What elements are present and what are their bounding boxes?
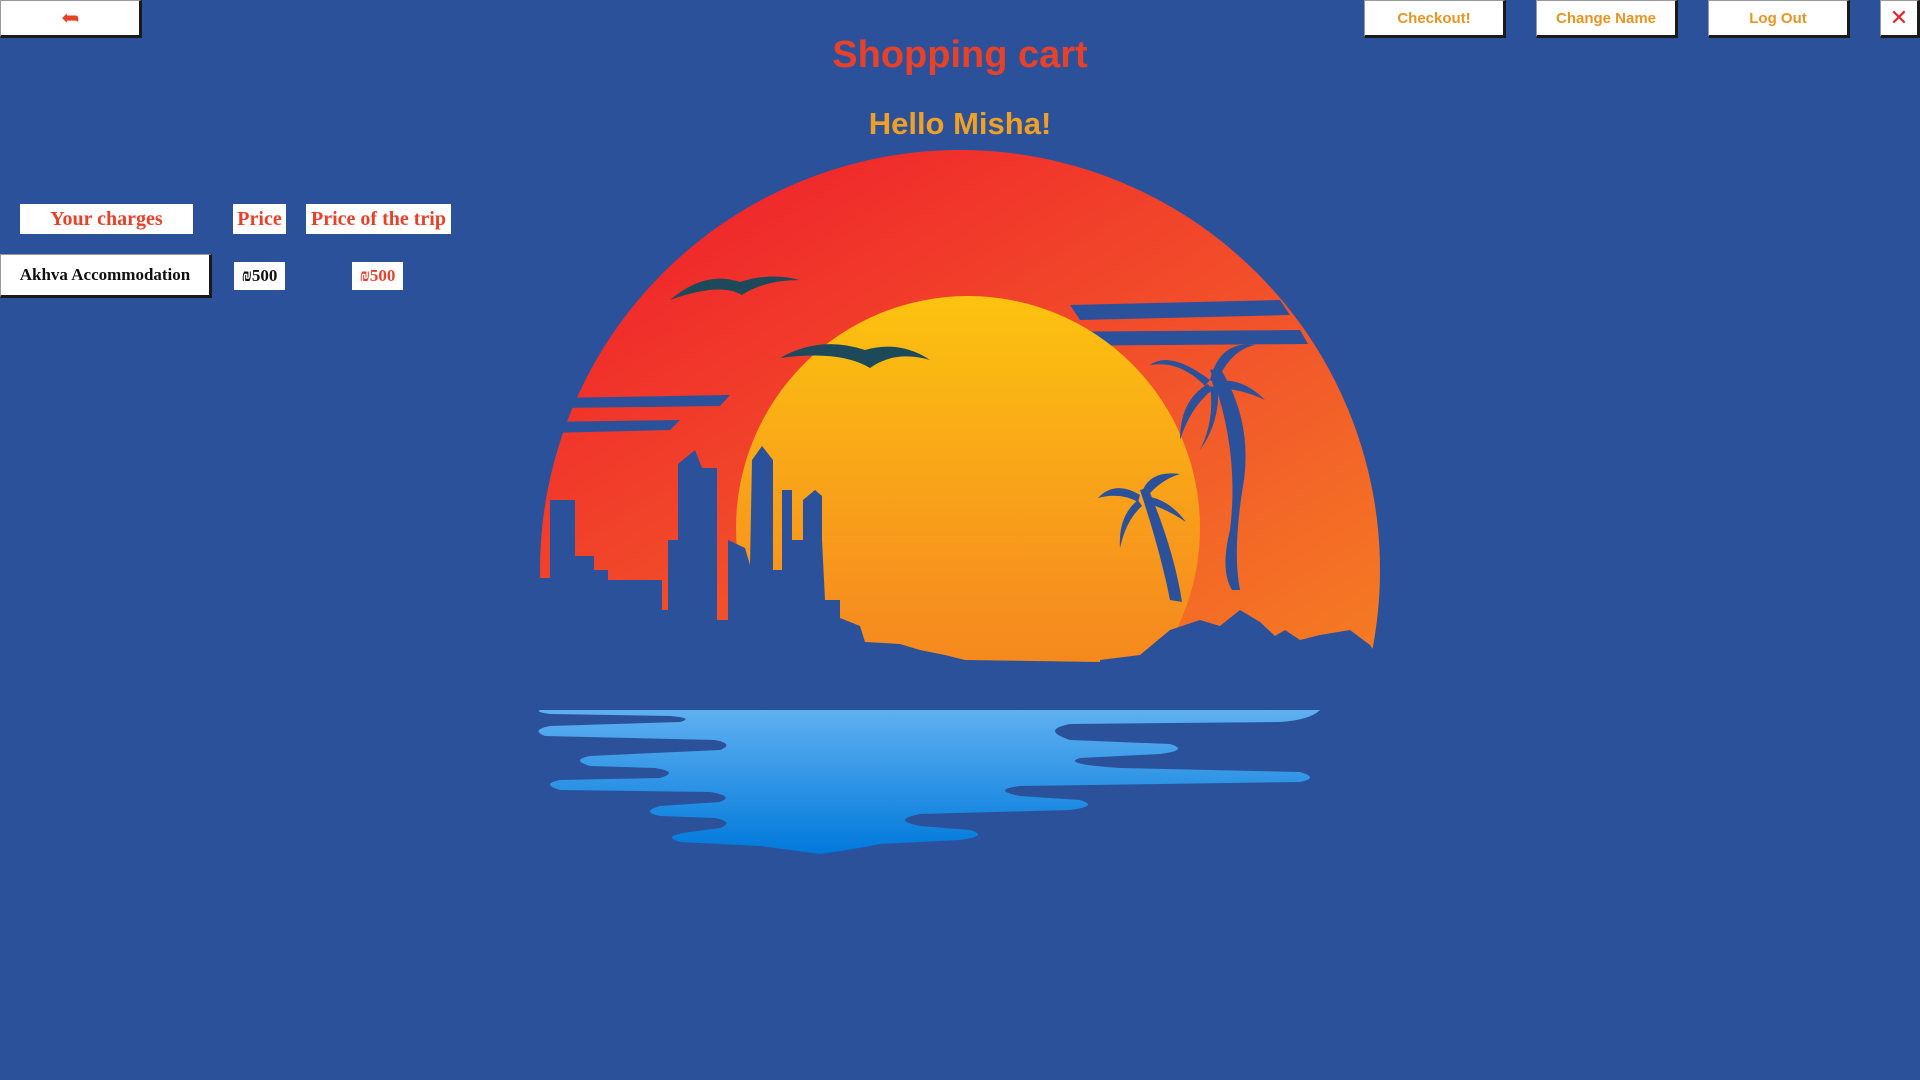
page-title: Shopping cart <box>832 34 1088 76</box>
checkout-button[interactable]: Checkout! <box>1364 0 1506 38</box>
close-button[interactable]: ✕ <box>1880 0 1920 38</box>
column-header-charges: Your charges <box>20 204 193 234</box>
water-reflection <box>538 710 1320 854</box>
back-arrow-icon: ➦ <box>60 5 80 31</box>
change-name-button[interactable]: Change Name <box>1536 0 1678 38</box>
column-header-price: Price <box>233 204 286 234</box>
cart-item-button[interactable]: Akhva Accommodation <box>0 254 212 298</box>
cart-item-price: ₪500 <box>234 262 285 290</box>
close-x-icon: ✕ <box>1889 5 1909 31</box>
column-header-trip-price: Price of the trip <box>306 204 451 234</box>
back-button[interactable]: ➦ <box>0 0 142 38</box>
cart-trip-price: ₪500 <box>352 262 403 290</box>
app-window: ➦ Checkout! Change Name Log Out ✕ Shoppi… <box>0 0 1920 1080</box>
sunset-city-beach-illustration <box>520 150 1400 854</box>
log-out-button[interactable]: Log Out <box>1708 0 1850 38</box>
greeting-text: Hello Misha! <box>868 106 1052 141</box>
